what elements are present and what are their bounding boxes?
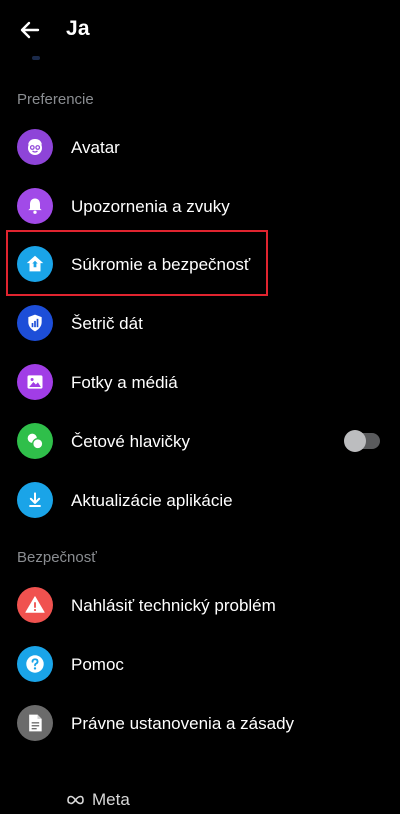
menu-item-label: Aktualizácie aplikácie: [71, 491, 233, 510]
menu-item-photos-media[interactable]: Fotky a médiá: [0, 353, 400, 411]
menu-item-label: Pomoc: [71, 655, 124, 674]
menu-item-label: Právne ustanovenia a zásady: [71, 714, 295, 733]
menu-item-report-problem[interactable]: Nahlásiť technický problém: [0, 576, 400, 634]
menu-item-privacy-security[interactable]: Súkromie a bezpečnosť: [0, 235, 400, 293]
menu-item-chat-heads[interactable]: Četové hlavičky: [0, 412, 400, 470]
top-app-bar: Ja: [0, 0, 400, 60]
scroll-indicator: [32, 56, 40, 60]
meta-infinity-icon: [67, 795, 84, 805]
menu-item-avatar[interactable]: Avatar: [0, 118, 400, 176]
menu-item-label: Nahlásiť technický problém: [71, 596, 276, 615]
download-icon: [17, 482, 53, 518]
menu-item-label: Upozornenia a zvuky: [71, 197, 230, 216]
menu-item-label: Fotky a médiá: [71, 373, 178, 392]
chat-heads-toggle[interactable]: [344, 430, 380, 452]
arrow-left-icon: [20, 21, 40, 39]
menu-item-legal-policies[interactable]: Právne ustanovenia a zásady: [0, 694, 400, 752]
chat-heads-icon: [17, 423, 53, 459]
avatar-face-icon: [17, 129, 53, 165]
photo-icon: [17, 364, 53, 400]
help-icon: [17, 646, 53, 682]
menu-item-data-saver[interactable]: Šetrič dát: [0, 294, 400, 352]
section-title-preferences: Preferencie: [17, 91, 94, 108]
document-icon: [17, 705, 53, 741]
data-shield-icon: [17, 305, 53, 341]
menu-item-label: Četové hlavičky: [71, 432, 191, 451]
menu-item-notifications[interactable]: Upozornenia a zvuky: [0, 177, 400, 235]
menu-item-label: Šetrič dát: [71, 314, 143, 333]
section-title-security: Bezpečnosť: [17, 549, 97, 566]
toggle-knob: [344, 430, 366, 452]
menu-item-label: Súkromie a bezpečnosť: [71, 255, 251, 274]
back-button[interactable]: [16, 16, 44, 44]
warning-icon: [17, 587, 53, 623]
menu-item-app-updates[interactable]: Aktualizácie aplikácie: [0, 471, 400, 529]
menu-item-help[interactable]: Pomoc: [0, 635, 400, 693]
home-shield-icon: [17, 246, 53, 282]
page-title: Ja: [66, 17, 90, 40]
bell-icon: [17, 188, 53, 224]
menu-item-label: Avatar: [71, 138, 120, 157]
meta-brand-text: Meta: [92, 790, 130, 809]
meta-logo: Meta: [67, 790, 130, 810]
